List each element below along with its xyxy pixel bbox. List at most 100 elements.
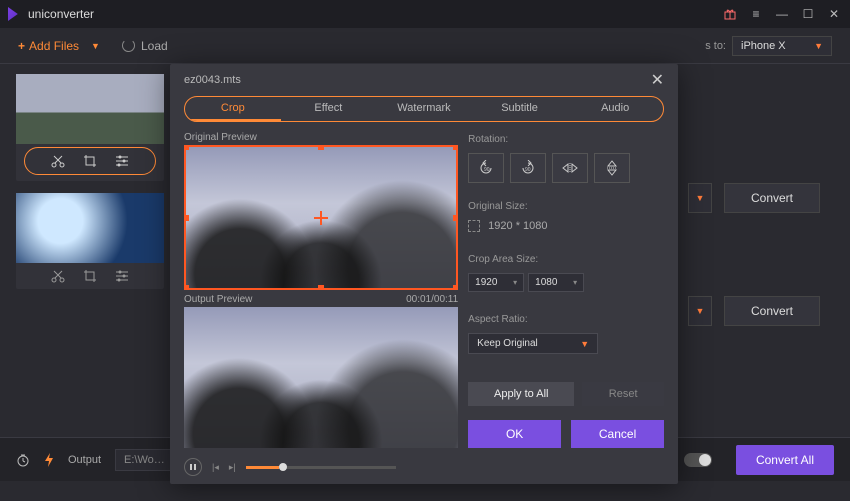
tab-crop[interactable]: Crop: [185, 97, 281, 121]
spinner-icon: [122, 39, 135, 52]
playback-bar: |◂ ▸|: [170, 454, 678, 484]
tab-watermark[interactable]: Watermark: [376, 97, 472, 121]
crop-center-icon[interactable]: [314, 211, 328, 225]
clip-item[interactable]: [16, 74, 164, 181]
cancel-button[interactable]: Cancel: [571, 420, 664, 448]
convert-button[interactable]: Convert: [724, 183, 820, 213]
clip-edit-toolbar: [24, 147, 156, 175]
crop-icon[interactable]: [83, 154, 97, 168]
aspect-ratio-select[interactable]: Keep Original ▼: [468, 333, 598, 354]
convert-format-dropdown[interactable]: ▼: [688, 296, 712, 326]
rotation-buttons: 90 90: [468, 153, 664, 183]
merge-toggle[interactable]: [684, 453, 712, 467]
crop-handle[interactable]: [453, 215, 458, 221]
clip-item[interactable]: [16, 193, 164, 289]
aspect-ratio-label: Aspect Ratio:: [468, 314, 664, 325]
plus-icon: +: [18, 39, 25, 53]
tab-audio[interactable]: Audio: [567, 97, 663, 121]
rotate-right-button[interactable]: 90: [510, 153, 546, 183]
output-target-value: iPhone X: [741, 40, 786, 52]
original-preview[interactable]: [184, 145, 458, 290]
original-size-label: Original Size:: [468, 201, 664, 212]
app-title: uniconverter: [28, 7, 94, 21]
output-target-row: s to: iPhone X ▼: [705, 36, 832, 56]
crop-handle[interactable]: [318, 145, 324, 150]
rotate-left-button[interactable]: 90: [468, 153, 504, 183]
crop-icon[interactable]: [83, 269, 97, 283]
crop-handle[interactable]: [184, 285, 189, 290]
crop-settings-panel: Rotation: 90 90 Original Size: 1920 * 10…: [468, 130, 664, 448]
bolt-icon[interactable]: [44, 453, 54, 467]
play-pause-button[interactable]: [184, 458, 202, 476]
seek-fill: [246, 466, 279, 469]
clip-list: [0, 64, 180, 299]
load-button[interactable]: Load: [122, 39, 168, 53]
load-label: Load: [141, 39, 168, 53]
menu-icon[interactable]: ≡: [748, 6, 764, 22]
seek-bar[interactable]: [246, 466, 396, 469]
clock-icon[interactable]: [16, 453, 30, 467]
ok-cancel-row: OK Cancel: [468, 420, 664, 448]
sliders-icon[interactable]: [115, 154, 129, 168]
editor-tabs: Crop Effect Watermark Subtitle Audio: [184, 96, 664, 122]
convert-all-button[interactable]: Convert All: [736, 445, 834, 475]
ok-button[interactable]: OK: [468, 420, 561, 448]
crop-width-value: 1920: [475, 277, 497, 288]
reset-button[interactable]: Reset: [582, 382, 664, 406]
clip-thumbnail: [16, 193, 164, 263]
output-target-select[interactable]: iPhone X ▼: [732, 36, 832, 56]
crop-handle[interactable]: [184, 145, 189, 150]
tab-subtitle[interactable]: Subtitle: [472, 97, 568, 121]
apply-row: Apply to All Reset: [468, 382, 664, 406]
chevron-down-icon: ▼: [580, 339, 589, 349]
crop-height-input[interactable]: 1080 ▾: [528, 273, 584, 292]
crop-area-label: Crop Area Size:: [468, 254, 664, 265]
flip-horizontal-button[interactable]: [552, 153, 588, 183]
close-icon[interactable]: ✕: [651, 70, 664, 90]
original-preview-label: Original Preview: [184, 132, 458, 143]
chevron-down-icon: ▾: [573, 278, 577, 287]
preview-column: Original Preview Output Preview 00:01/00…: [184, 130, 458, 448]
chevron-down-icon: ▼: [814, 41, 823, 51]
apply-to-all-button[interactable]: Apply to All: [468, 382, 574, 406]
flip-vertical-button[interactable]: [594, 153, 630, 183]
convert-button[interactable]: Convert: [724, 296, 820, 326]
chevron-down-icon: ▾: [513, 278, 517, 287]
add-files-label: Add Files: [29, 39, 79, 53]
original-size-row: 1920 * 1080: [468, 220, 664, 232]
rotation-label: Rotation:: [468, 134, 664, 145]
aspect-ratio-value: Keep Original: [477, 338, 538, 349]
clip-thumbnail: [16, 74, 164, 144]
seek-knob[interactable]: [279, 463, 287, 471]
crop-height-value: 1080: [535, 277, 557, 288]
timecode: 00:01/00:11: [406, 294, 458, 305]
convert-label: Convert: [751, 304, 793, 318]
editor-body: Original Preview Output Preview 00:01/00…: [170, 130, 678, 454]
convert-label: Convert: [751, 191, 793, 205]
gift-icon[interactable]: [722, 6, 738, 22]
crop-handle[interactable]: [453, 145, 458, 150]
maximize-icon[interactable]: ☐: [800, 6, 816, 22]
output-preview-label: Output Preview: [184, 294, 252, 305]
crop-handle[interactable]: [184, 215, 189, 221]
add-files-button[interactable]: + Add Files ▼: [18, 39, 100, 53]
scissors-icon[interactable]: [51, 269, 65, 283]
crop-handle[interactable]: [318, 285, 324, 290]
fullscreen-icon: [468, 220, 480, 232]
clip-edit-toolbar: [16, 263, 164, 289]
main-area: + Add Files ▼ Load s to: iPhone X ▼: [0, 28, 850, 481]
prev-frame-button[interactable]: |◂: [212, 462, 219, 473]
output-label: Output: [68, 454, 101, 466]
sliders-icon[interactable]: [115, 269, 129, 283]
crop-handle[interactable]: [453, 285, 458, 290]
next-frame-button[interactable]: ▸|: [229, 462, 236, 473]
output-path-value: E:\Wo…: [124, 454, 165, 466]
crop-editor-modal: ez0043.mts ✕ Crop Effect Watermark Subti…: [170, 64, 678, 484]
crop-size-row: 1920 ▾ 1080 ▾: [468, 273, 664, 292]
convert-format-dropdown[interactable]: ▼: [688, 183, 712, 213]
close-icon[interactable]: ✕: [826, 6, 842, 22]
crop-width-input[interactable]: 1920 ▾: [468, 273, 524, 292]
scissors-icon[interactable]: [51, 154, 65, 168]
tab-effect[interactable]: Effect: [281, 97, 377, 121]
minimize-icon[interactable]: —: [774, 6, 790, 22]
